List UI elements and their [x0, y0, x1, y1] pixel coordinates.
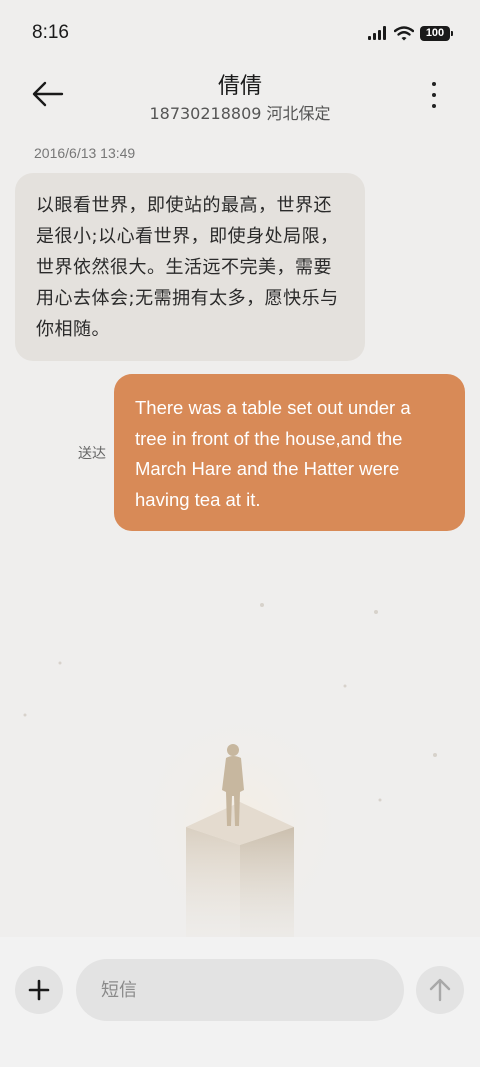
- battery-icon: 100: [420, 25, 453, 41]
- more-options-button[interactable]: [422, 78, 446, 112]
- wallpaper-illustration: [23, 603, 437, 937]
- signal-icon: [368, 26, 386, 40]
- more-vertical-icon: [432, 82, 436, 86]
- send-button[interactable]: [416, 966, 464, 1014]
- incoming-message-bubble[interactable]: 以眼看世界，即使站的最高，世界还是很小;以心看世界，即使身处局限，世界依然很大。…: [15, 173, 365, 361]
- message-composer: [0, 937, 480, 1067]
- plus-icon: [28, 979, 50, 1001]
- status-icons: 100: [368, 24, 453, 42]
- conversation-header: 倩倩 18730218809 河北保定: [0, 64, 480, 134]
- status-bar: 8:16 100: [0, 0, 480, 64]
- delivery-status: 送达: [78, 446, 106, 462]
- status-time: 8:16: [32, 22, 69, 43]
- outgoing-message-bubble[interactable]: There was a table set out under a tree i…: [114, 374, 465, 531]
- message-input[interactable]: [76, 959, 404, 1021]
- contact-number-location: 18730218809 河北保定: [149, 104, 331, 123]
- message-timestamp: 2016/6/13 13:49: [34, 145, 136, 161]
- wifi-icon: [394, 25, 414, 40]
- add-attachment-button[interactable]: [15, 966, 63, 1014]
- contact-name: 倩倩: [217, 74, 262, 99]
- arrow-up-icon: [429, 978, 451, 1002]
